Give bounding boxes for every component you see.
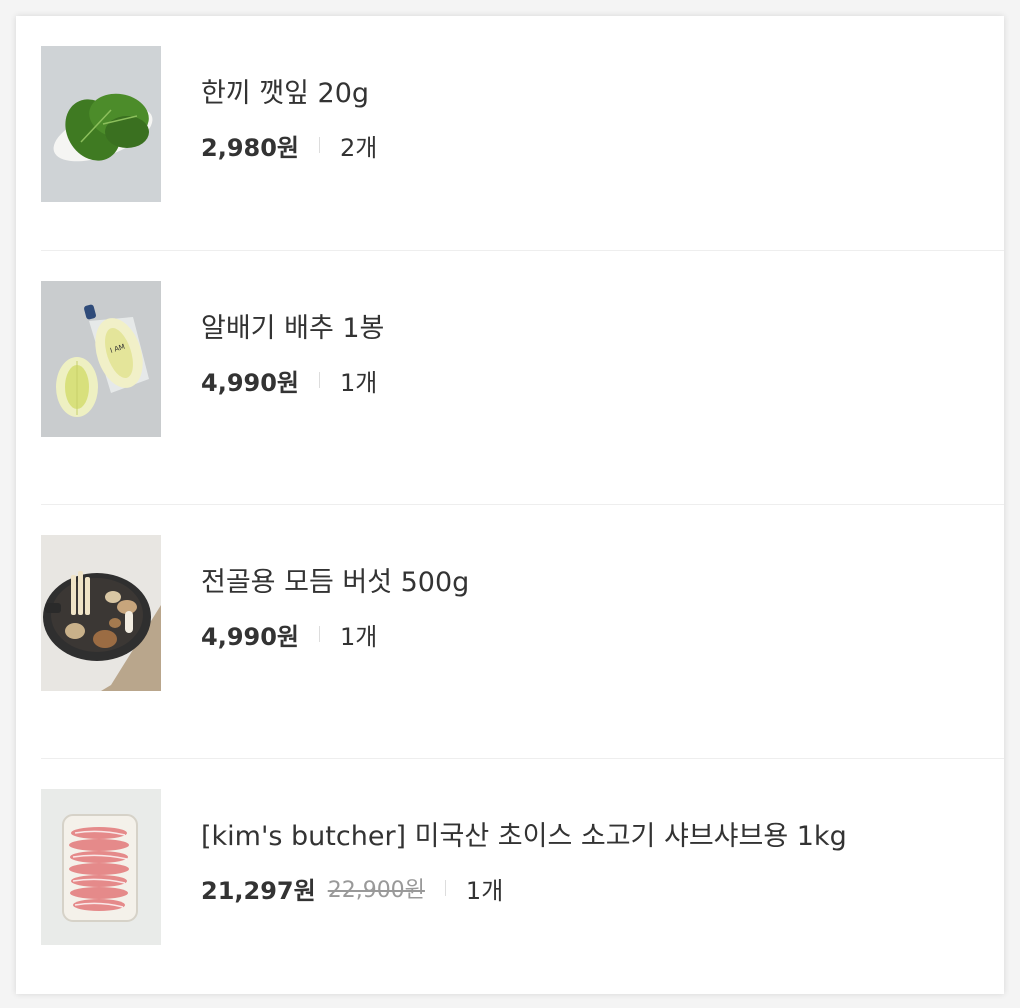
product-quantity: 1개 (340, 622, 378, 651)
mushroom-hotpot-image[interactable] (41, 535, 161, 691)
divider (319, 137, 320, 153)
product-name[interactable]: [kim's butcher] 미국산 초이스 소고기 샤브샤브용 1kg (201, 817, 984, 857)
list-item[interactable]: [kim's butcher] 미국산 초이스 소고기 샤브샤브용 1kg 21… (41, 758, 1004, 995)
product-quantity: 1개 (340, 368, 378, 397)
product-price: 4,990원 (201, 368, 299, 397)
product-quantity: 1개 (465, 876, 504, 905)
divider (444, 880, 446, 896)
list-item[interactable]: 한끼 깻잎 20g 2,980원 2개 (41, 16, 1004, 270)
perilla-leaves-image[interactable] (41, 46, 161, 202)
original-price: 22,900원 (327, 878, 425, 903)
divider (319, 372, 320, 388)
list-item[interactable]: I AM 알배기 배추 1봉 4,990원 1개 (41, 250, 1004, 505)
list-item[interactable]: 전골용 모듬 버섯 500g 4,990원 1개 (41, 504, 1004, 759)
product-price: 21,297원 (201, 876, 316, 905)
order-item-list: 한끼 깻잎 20g 2,980원 2개 I AM 알배기 배추 1봉 4,990… (16, 16, 1004, 994)
product-name[interactable]: 알배기 배추 1봉 (201, 309, 984, 349)
sliced-beef-image[interactable] (41, 789, 161, 945)
product-name[interactable]: 전골용 모듬 버섯 500g (201, 563, 984, 603)
napa-cabbage-image[interactable]: I AM (41, 281, 161, 437)
divider (319, 626, 320, 642)
product-quantity: 2개 (340, 133, 378, 162)
product-name[interactable]: 한끼 깻잎 20g (201, 74, 984, 114)
product-price: 2,980원 (201, 133, 299, 162)
product-price: 4,990원 (201, 622, 299, 651)
